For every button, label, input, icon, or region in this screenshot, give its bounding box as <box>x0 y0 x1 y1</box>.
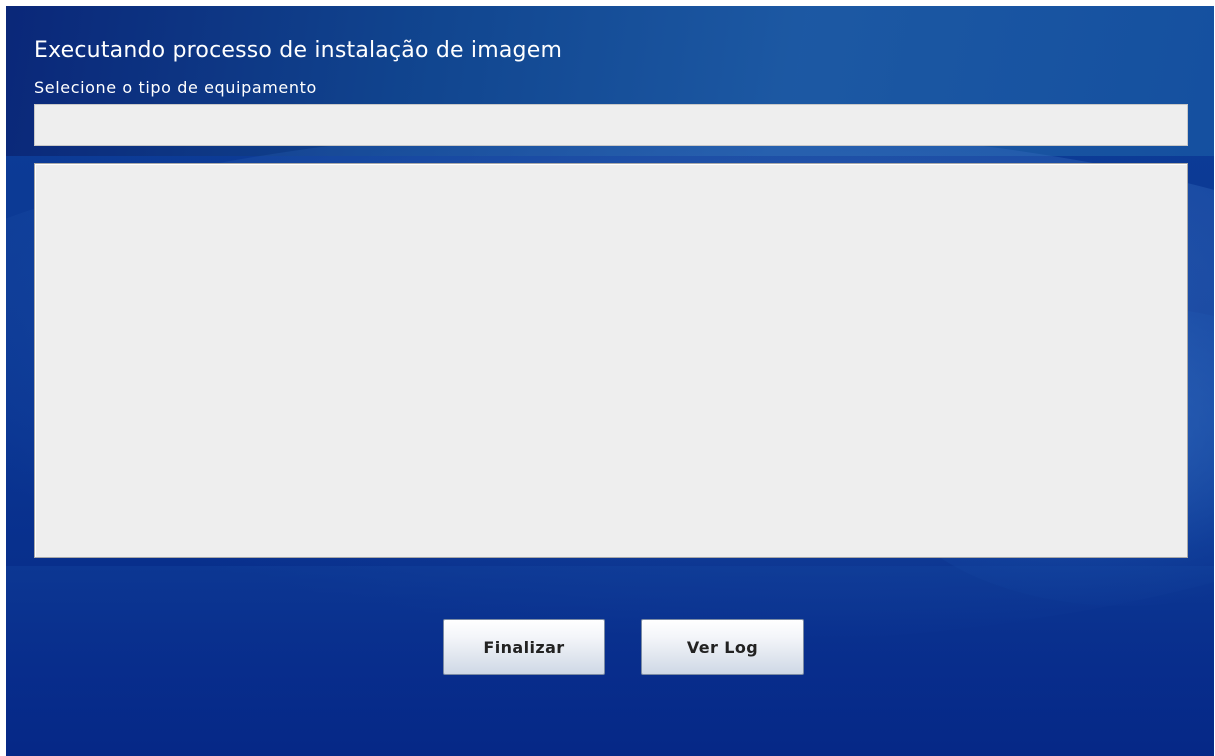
log-output-area[interactable] <box>34 163 1188 558</box>
finalizar-button[interactable]: Finalizar <box>443 619 605 675</box>
installer-window: Executando processo de instalação de ima… <box>0 0 1215 756</box>
page-title: Executando processo de instalação de ima… <box>34 38 563 63</box>
background-bottom-band <box>6 566 1214 756</box>
ver-log-button[interactable]: Ver Log <box>641 619 804 675</box>
equipment-type-field[interactable] <box>34 104 1188 146</box>
equipment-type-label: Selecione o tipo de equipamento <box>34 78 317 97</box>
